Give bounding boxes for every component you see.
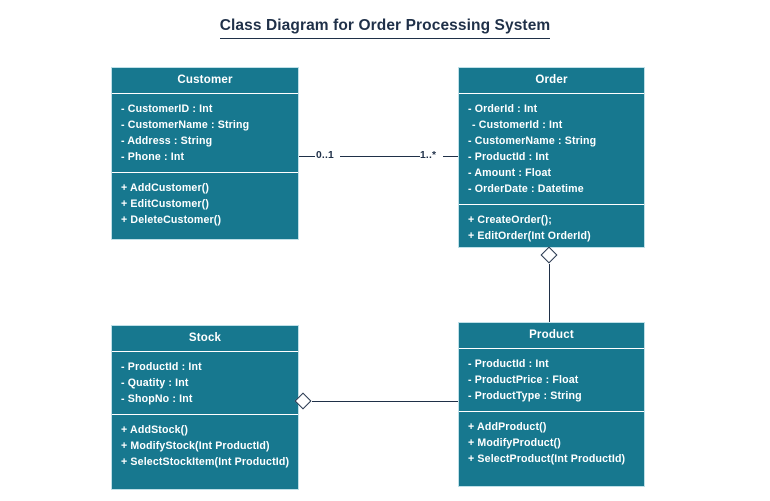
attributes-compartment-order: - OrderId : Int - CustomerId : Int - Cus… (459, 94, 644, 204)
class-attribute: - ProductId : Int (121, 361, 202, 373)
class-attribute: - CustomerName : String (468, 135, 597, 147)
page-title-text: Class Diagram for Order Processing Syste… (219, 17, 551, 39)
methods-compartment-stock: + AddStock() + ModifyStock(Int ProductId… (112, 415, 298, 477)
class-attribute: - Amount : Float (468, 167, 552, 179)
class-method: + DeleteCustomer() (121, 214, 222, 226)
class-method: + EditCustomer() (121, 198, 210, 210)
page-title: Class Diagram for Order Processing Syste… (0, 17, 770, 39)
class-attribute: - ProductId : Int (468, 151, 549, 163)
multiplicity-label-order-end: 1..* (420, 150, 437, 161)
aggregation-line-order-product (549, 264, 551, 322)
class-attribute: - CustomerId : Int (472, 119, 563, 131)
association-line-customer-order (340, 156, 420, 158)
class-method: + SelectStockItem(Int ProductId) (121, 456, 290, 468)
attributes-compartment-stock: - ProductId : Int - Quatity : Int - Shop… (112, 352, 298, 414)
aggregation-diamond-stock (294, 392, 312, 410)
class-method: + AddProduct() (468, 421, 547, 433)
class-attribute: - Quatity : Int (121, 377, 189, 389)
methods-compartment-product: + AddProduct() + ModifyProduct() + Selec… (459, 412, 644, 474)
class-method: + ModifyProduct() (468, 437, 561, 449)
class-attribute: - OrderDate : Datetime (468, 183, 584, 195)
class-method: + SelectProduct(Int ProductId) (468, 453, 626, 465)
class-box-customer[interactable]: Customer - CustomerID : Int - CustomerNa… (111, 67, 299, 240)
class-box-stock[interactable]: Stock - ProductId : Int - Quatity : Int … (111, 325, 299, 490)
class-attribute: - ProductType : String (468, 390, 582, 402)
association-line-customer-order (299, 156, 315, 158)
class-box-order[interactable]: Order - OrderId : Int - CustomerId : Int… (458, 67, 645, 248)
class-method: + EditOrder(Int OrderId) (468, 230, 591, 242)
class-name-product: Product (529, 329, 574, 341)
class-attribute: - ShopNo : Int (121, 393, 193, 405)
class-name-customer: Customer (177, 74, 233, 86)
class-attribute: - CustomerName : String (121, 119, 250, 131)
class-name-order: Order (535, 74, 568, 86)
association-line-customer-order (443, 156, 458, 158)
attributes-compartment-product: - ProductId : Int - ProductPrice : Float… (459, 349, 644, 411)
class-box-product[interactable]: Product - ProductId : Int - ProductPrice… (458, 322, 645, 487)
class-attribute: - Address : String (121, 135, 213, 147)
class-method: + ModifyStock(Int ProductId) (121, 440, 270, 452)
class-name-stock: Stock (188, 332, 222, 344)
class-attribute: - ProductPrice : Float (468, 374, 579, 386)
attributes-compartment-customer: - CustomerID : Int - CustomerName : Stri… (112, 94, 298, 172)
aggregation-line-stock-product (312, 401, 458, 403)
class-attribute: - Phone : Int (121, 151, 185, 163)
class-diagram-canvas: Class Diagram for Order Processing Syste… (0, 0, 770, 501)
multiplicity-label-customer-end: 0..1 (316, 150, 334, 161)
class-method: + CreateOrder(); (468, 214, 552, 226)
class-attribute: - OrderId : Int (468, 103, 538, 115)
diamond-shape (540, 246, 558, 264)
diamond-shape (294, 392, 312, 410)
methods-compartment-customer: + AddCustomer() + EditCustomer() + Delet… (112, 173, 298, 235)
class-method: + AddCustomer() (121, 182, 210, 194)
class-attribute: - CustomerID : Int (121, 103, 213, 115)
class-method: + AddStock() (121, 424, 189, 436)
methods-compartment-order: + CreateOrder(); + EditOrder(Int OrderId… (459, 205, 644, 251)
class-attribute: - ProductId : Int (468, 358, 549, 370)
aggregation-diamond-order (540, 246, 558, 264)
